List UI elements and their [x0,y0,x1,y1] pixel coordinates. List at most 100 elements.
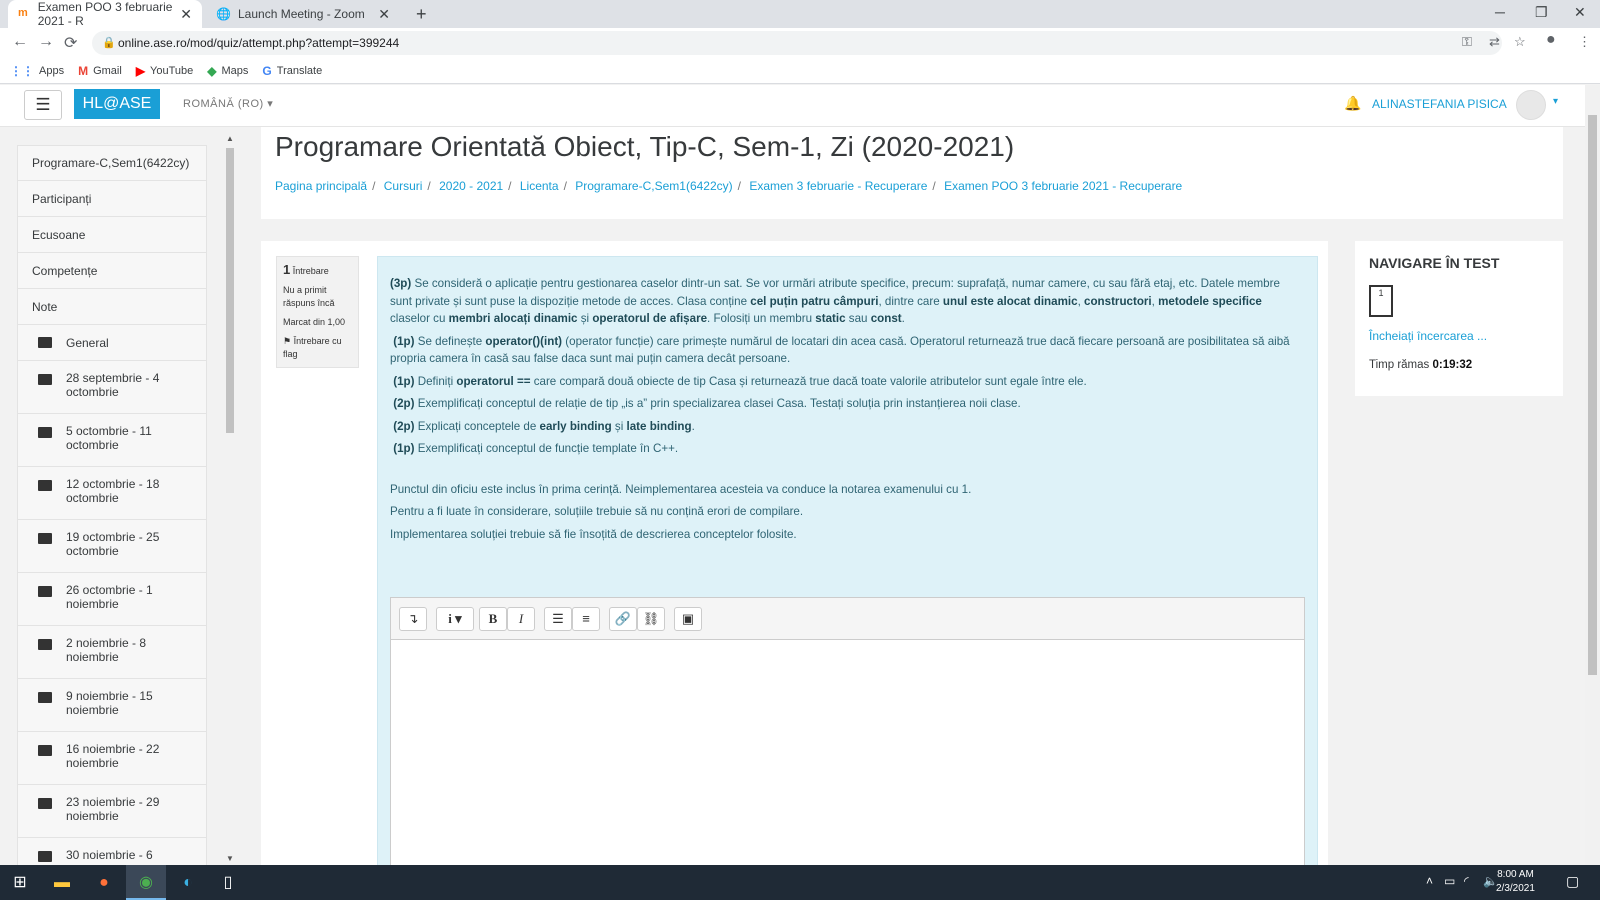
close-icon[interactable]: ✕ [378,6,390,23]
file-explorer-icon[interactable]: ▬ [42,865,82,900]
nav-section-week[interactable]: 9 noiembrie - 15 noiembrie [17,679,207,732]
system-clock[interactable]: 8:00 AM 2/3/2021 [1496,868,1535,896]
nav-item-participants[interactable]: Participanți [17,181,207,217]
editor-toolbar: ↴ i ▾ B I ☰ ≡ 🔗 ⛓ ▣ [391,598,1304,640]
tab-title: Launch Meeting - Zoom [238,7,365,21]
nav-scrollbar[interactable]: ▲ ▼ [224,134,236,864]
avatar[interactable] [1516,90,1546,120]
breadcrumb-link[interactable]: Cursuri [384,179,423,193]
nav-section-week[interactable]: 26 octombrie - 1 noiembrie [17,573,207,626]
page-scrollbar[interactable] [1585,85,1600,865]
wifi-icon[interactable]: ◜ [1464,874,1469,888]
nav-item-label: Programare-C,Sem1(6422cy) [32,156,190,170]
course-nav-drawer: Programare-C,Sem1(6422cy) Participanți E… [17,145,207,865]
nav-item-label: Note [32,299,58,314]
flag-question-button[interactable]: ⚑ Întrebare cu flag [283,335,352,361]
scroll-up-icon[interactable]: ▲ [226,134,234,143]
breadcrumb-link[interactable]: 2020 - 2021 [439,179,503,193]
breadcrumb-link[interactable]: Programare-C,Sem1(6422cy) [575,179,732,193]
paragraph-styles-icon[interactable]: i ▾ [436,607,474,631]
nav-item-badges[interactable]: Ecusoane [17,217,207,253]
nav-section-week[interactable]: 2 noiembrie - 8 noiembrie [17,626,207,679]
unlink-icon[interactable]: ⛓ [637,607,665,631]
show-more-buttons-icon[interactable]: ↴ [399,607,427,631]
browser-tab-zoom[interactable]: 🌐 Launch Meeting - Zoom ✕ [206,0,400,28]
nav-section-week[interactable]: 5 octombrie - 11 octombrie [17,414,207,467]
notification-bell-icon[interactable]: 🔔 [1344,95,1361,112]
notifications-icon[interactable]: ▢ [1566,873,1579,890]
menu-icon[interactable]: ⋮ [1578,34,1591,50]
nav-section-week[interactable]: 16 noiembrie - 22 noiembrie [17,732,207,785]
nav-section-week[interactable]: 12 octombrie - 18 octombrie [17,467,207,520]
nav-item-label: Participanți [32,191,92,206]
close-icon[interactable]: ✕ [180,6,192,23]
nav-section-general[interactable]: General [17,325,207,361]
bookmark-apps[interactable]: ⋮⋮ Apps [10,64,64,78]
nav-item-competencies[interactable]: Competențe [17,253,207,289]
reload-icon[interactable]: ⟳ [64,33,77,53]
breadcrumb-link[interactable]: Licenta [520,179,559,193]
minimize-icon[interactable]: ─ [1495,4,1505,20]
nav-item-label: 28 septembrie - 4 octombrie [66,371,160,399]
nav-section-week[interactable]: 19 octombrie - 25 octombrie [17,520,207,573]
nav-section-week[interactable]: 30 noiembrie - 6 [17,838,207,865]
browser-tab-exam[interactable]: m Examen POO 3 februarie 2021 - R ✕ [8,0,202,28]
star-icon[interactable]: ☆ [1514,34,1526,50]
edge-icon[interactable]: ◐ [168,865,208,900]
link-icon[interactable]: 🔗 [609,607,637,631]
scroll-down-icon[interactable]: ▼ [226,854,234,863]
address-bar[interactable]: 🔒 online.ase.ro/mod/quiz/attempt.php?att… [92,31,1502,55]
nav-item-course[interactable]: Programare-C,Sem1(6422cy) [17,145,207,181]
bookmark-youtube[interactable]: ▶ YouTube [136,64,193,78]
firefox-icon[interactable]: ● [84,865,124,900]
italic-icon[interactable]: I [507,607,535,631]
hamburger-menu-button[interactable]: ☰ [24,90,62,120]
bookmark-maps[interactable]: ◆ Maps [207,64,248,78]
nav-item-label: 16 noiembrie - 22 noiembrie [66,742,160,770]
windows-start-icon[interactable]: ⊞ [0,865,40,900]
breadcrumb-link[interactable]: Examen 3 februarie - Recuperare [749,179,927,193]
image-icon[interactable]: ▣ [674,607,702,631]
ordered-list-icon[interactable]: ≡ [572,607,600,631]
language-selector[interactable]: ROMÂNĂ (RO) ▾ [183,97,273,110]
requirement-5: (2p) Explicați conceptele de early bindi… [393,419,695,433]
key-icon[interactable]: ⚿ [1462,34,1472,50]
chevron-down-icon[interactable]: ▾ [1553,96,1558,107]
breadcrumb-separator: / [427,179,431,193]
question-text: (3p) Se consideră o aplicație pentru ges… [377,256,1318,887]
new-tab-button[interactable]: + [416,4,427,25]
folder-icon [38,692,52,703]
profile-icon[interactable]: ● [1546,31,1556,49]
bookmark-translate[interactable]: G Translate [262,64,322,78]
chrome-icon[interactable]: ◉ [126,865,166,900]
chevron-up-icon[interactable]: ˄ [1426,874,1433,888]
back-icon[interactable]: ← [12,33,28,51]
translate-icon[interactable]: ⇄ [1489,34,1500,50]
finish-attempt-link[interactable]: Încheiați încercarea ... [1369,329,1487,343]
scrollbar-thumb[interactable] [1588,115,1597,675]
note: Implementarea soluției trebuie să fie în… [390,527,797,541]
browser-tabbar: m Examen POO 3 februarie 2021 - R ✕ 🌐 La… [0,0,1600,28]
flag-icon: ⚑ [283,336,292,346]
forward-icon[interactable]: → [38,33,54,51]
answer-textarea[interactable] [391,640,1304,888]
user-name[interactable]: ALINASTEFANIA PISICA [1372,97,1507,111]
apps-grid-icon: ⋮⋮ [10,63,34,78]
site-brand[interactable]: HL@ASE [74,89,160,119]
nav-section-week[interactable]: 23 noiembrie - 29 noiembrie [17,785,207,838]
bookmark-gmail[interactable]: M Gmail [78,64,122,78]
unordered-list-icon[interactable]: ☰ [544,607,572,631]
nav-section-week[interactable]: 28 septembrie - 4 octombrie [17,361,207,414]
notepad-icon[interactable]: ▯ [208,865,248,900]
window-close-icon[interactable]: ✕ [1574,4,1586,21]
breadcrumb-link[interactable]: Examen POO 3 februarie 2021 - Recuperare [944,179,1182,193]
question-nav-button[interactable]: 1 [1369,285,1393,317]
clock-time: 8:00 AM [1497,869,1534,880]
battery-icon[interactable]: ▭ [1444,874,1455,888]
scrollbar-thumb[interactable] [226,148,234,433]
restore-icon[interactable]: ❐ [1535,4,1548,21]
breadcrumb-link[interactable]: Pagina principală [275,179,367,193]
nav-item-grades[interactable]: Note [17,289,207,325]
bold-icon[interactable]: B [479,607,507,631]
bookmark-label: YouTube [150,64,194,77]
